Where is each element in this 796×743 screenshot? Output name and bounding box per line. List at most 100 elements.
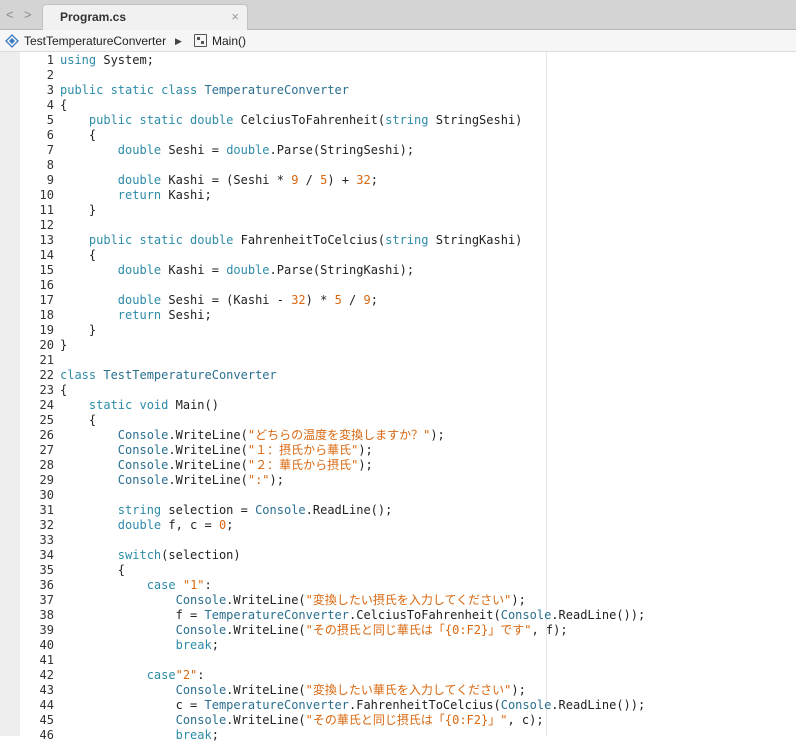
close-icon[interactable]: ×	[231, 9, 239, 24]
code-text[interactable]: {	[60, 248, 96, 263]
code-token: , c);	[507, 713, 544, 727]
code-text[interactable]: Console.WriteLine("変換したい摂氏を入力してください");	[60, 593, 526, 608]
code-text[interactable]: Console.WriteLine("その摂氏と同じ華氏は「{0:F2}」です"…	[60, 623, 568, 638]
code-text[interactable]: public static double FahrenheitToCelcius…	[60, 233, 523, 248]
code-token: double	[226, 143, 270, 157]
code-token: );	[430, 428, 445, 442]
code-text[interactable]: {	[60, 128, 96, 143]
code-text[interactable]: case"2":	[60, 668, 205, 683]
code-token: 9	[363, 293, 371, 307]
line-number: 3	[46, 83, 54, 97]
back-arrow-icon[interactable]: <	[6, 7, 14, 23]
line-number: 20	[39, 338, 54, 352]
code-token: public static double	[88, 233, 234, 247]
code-text[interactable]: using System;	[60, 53, 154, 68]
code-token: {	[60, 563, 126, 577]
code-token: );	[511, 683, 526, 697]
code-text[interactable]: {	[60, 413, 96, 428]
code-token: break	[175, 728, 212, 742]
code-text[interactable]: double Seshi = (Kashi - 32) * 5 / 9;	[60, 293, 378, 308]
code-editor[interactable]: 1 using System; 2 3 public static class Temp…	[0, 52, 796, 742]
code-token: :	[197, 668, 205, 682]
code-token: case	[146, 578, 176, 592]
line-number: 6	[46, 128, 54, 142]
code-token: "その華氏と同じ摂氏は「{0:F2}」"	[305, 713, 508, 727]
code-token: .WriteLine(	[168, 458, 248, 472]
line-number: 40	[39, 638, 54, 652]
tab-title: Program.cs	[60, 10, 127, 24]
breadcrumb-namespace[interactable]: TestTemperatureConverter	[24, 34, 166, 48]
code-text[interactable]: double Kashi = (Seshi * 9 / 5) + 32;	[60, 173, 378, 188]
code-text[interactable]: }	[60, 323, 96, 338]
code-token: case	[146, 668, 176, 682]
code-text[interactable]: double f, c = 0;	[60, 518, 234, 533]
code-token: "1"	[182, 578, 205, 592]
code-token: }	[60, 338, 68, 352]
code-text[interactable]: Console.WriteLine("２：華氏から摂氏");	[60, 458, 373, 473]
code-token: .WriteLine(	[226, 683, 306, 697]
line-number: 35	[39, 563, 54, 577]
code-text[interactable]: {	[60, 98, 67, 113]
line-number: 41	[39, 653, 54, 667]
code-text[interactable]: }	[60, 338, 67, 353]
code-text[interactable]: static void Main()	[60, 398, 219, 413]
code-text[interactable]: Console.WriteLine("その華氏と同じ摂氏は「{0:F2}」", …	[60, 713, 544, 728]
code-token: f, c =	[161, 518, 219, 532]
code-text[interactable]: f = TemperatureConverter.CelciusToFahren…	[60, 608, 646, 623]
code-text[interactable]: return Kashi;	[60, 188, 212, 203]
forward-arrow-icon[interactable]: >	[24, 7, 32, 23]
code-text[interactable]: {	[60, 383, 67, 398]
code-text[interactable]: return Seshi;	[60, 308, 212, 323]
code-text[interactable]: switch(selection)	[60, 548, 241, 563]
code-token: }	[60, 323, 97, 337]
code-text[interactable]: c = TemperatureConverter.FahrenheitToCel…	[60, 698, 646, 713]
code-text[interactable]: double Kashi = double.Parse(StringKashi)…	[60, 263, 414, 278]
code-token: Console	[175, 593, 227, 607]
code-text[interactable]: public static double CelciusToFahrenheit…	[60, 113, 523, 128]
line-number: 29	[39, 473, 54, 487]
code-text[interactable]: case "1":	[60, 578, 212, 593]
line-number: 18	[39, 308, 54, 322]
code-text[interactable]: double Seshi = double.Parse(StringSeshi)…	[60, 143, 414, 158]
breadcrumb: TestTemperatureConverter ▶ Main()	[0, 30, 796, 52]
code-text[interactable]: class TestTemperatureConverter	[60, 368, 277, 383]
code-token: double	[226, 263, 270, 277]
line-number: 5	[46, 113, 54, 127]
code-text[interactable]: {	[60, 563, 125, 578]
line-number: 2	[46, 68, 54, 82]
code-token: Console	[117, 458, 169, 472]
line-number: 25	[39, 413, 54, 427]
line-number: 13	[39, 233, 54, 247]
code-token: .WriteLine(	[226, 713, 306, 727]
line-number: 12	[39, 218, 54, 232]
code-token: Console	[175, 623, 227, 637]
breadcrumb-method[interactable]: Main()	[212, 34, 246, 48]
code-token: "変換したい摂氏を入力してください"	[305, 593, 512, 607]
code-text[interactable]: Console.WriteLine("１：摂氏から華氏");	[60, 443, 373, 458]
line-number: 43	[39, 683, 54, 697]
code-text[interactable]: string selection = Console.ReadLine();	[60, 503, 393, 518]
code-token: Main()	[168, 398, 219, 412]
code-text[interactable]: Console.WriteLine("どちらの温度を変換しますか？");	[60, 428, 445, 443]
code-token: FahrenheitToCelcius(	[233, 233, 386, 247]
code-text[interactable]: public static class TemperatureConverter	[60, 83, 349, 98]
tab-program-cs[interactable]: Program.cs ×	[42, 4, 248, 30]
code-text[interactable]: Console.WriteLine(":");	[60, 473, 284, 488]
code-token: .WriteLine(	[226, 593, 306, 607]
line-number: 27	[39, 443, 54, 457]
code-text[interactable]: }	[60, 203, 96, 218]
code-text[interactable]: break;	[60, 638, 219, 653]
code-token: ;	[211, 638, 219, 652]
line-number: 38	[39, 608, 54, 622]
line-number: 42	[39, 668, 54, 682]
code-text[interactable]: Console.WriteLine("変換したい華氏を入力してください");	[60, 683, 526, 698]
line-number: 36	[39, 578, 54, 592]
